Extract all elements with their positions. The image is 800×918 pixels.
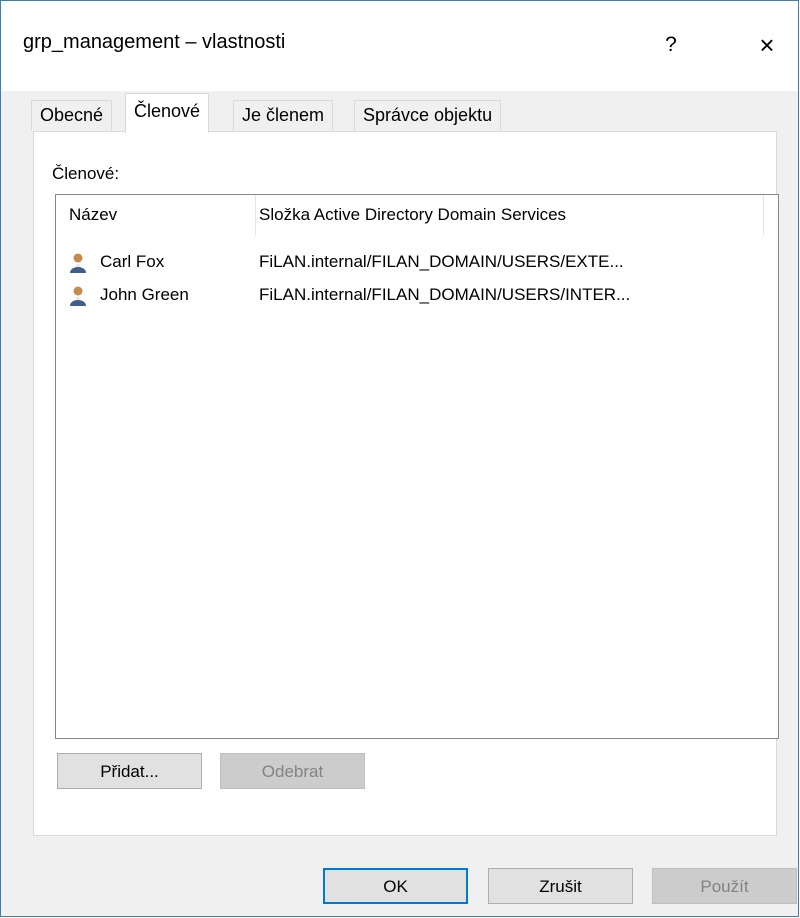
members-list[interactable]: Název Složka Active Directory Domain Ser…	[55, 194, 779, 739]
column-separator[interactable]	[255, 195, 256, 235]
member-folder: FiLAN.internal/FILAN_DOMAIN/USERS/INTER.…	[259, 285, 631, 304]
remove-button[interactable]: Odebrat	[220, 753, 365, 789]
tab-general[interactable]: Obecné	[31, 100, 113, 131]
tab-members[interactable]: Členové	[125, 93, 210, 133]
user-icon	[70, 253, 86, 273]
user-icon	[70, 286, 86, 306]
tab-managed-by[interactable]: Správce objektu	[354, 100, 502, 131]
title-bar[interactable]: grp_management – vlastnosti ? ×	[1, 1, 798, 91]
member-name: John Green	[100, 285, 189, 304]
member-folder: FiLAN.internal/FILAN_DOMAIN/USERS/EXTE..…	[259, 252, 624, 271]
cancel-button[interactable]: Zrušit	[488, 868, 633, 904]
column-header-folder[interactable]: Složka Active Directory Domain Services	[259, 195, 566, 235]
list-item[interactable]: John Green FiLAN.internal/FILAN_DOMAIN/U…	[56, 280, 778, 310]
close-button[interactable]: ×	[747, 27, 787, 63]
help-button[interactable]: ?	[651, 27, 691, 63]
properties-dialog: grp_management – vlastnosti ? × Obecné Č…	[0, 0, 799, 917]
add-button[interactable]: Přidat...	[57, 753, 202, 789]
column-separator[interactable]	[763, 195, 764, 235]
list-item[interactable]: Carl Fox FiLAN.internal/FILAN_DOMAIN/USE…	[56, 247, 778, 277]
column-header-name[interactable]: Název	[69, 195, 117, 235]
ok-button[interactable]: OK	[323, 868, 468, 904]
tab-member-of[interactable]: Je členem	[233, 100, 334, 131]
members-label: Členové:	[52, 164, 120, 183]
apply-button[interactable]: Použít	[652, 868, 797, 904]
dialog-title: grp_management – vlastnosti	[23, 31, 286, 53]
member-name: Carl Fox	[100, 252, 165, 271]
